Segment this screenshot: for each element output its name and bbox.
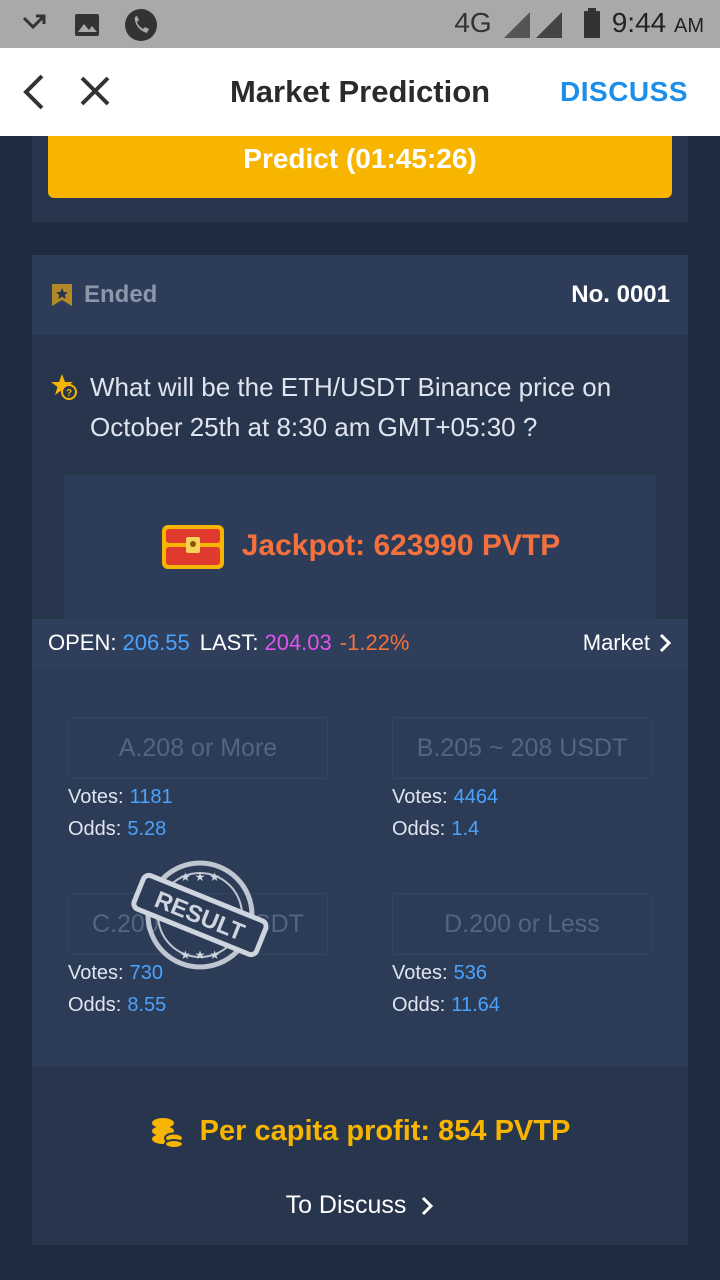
votes-label: Votes: [392,962,448,984]
votes-label: Votes: [392,786,448,808]
signal-icon [503,12,562,38]
card-header: Ended No. 0001 [32,255,688,335]
status-right: 4G 9:44 AM [454,6,704,40]
clock-ampm: AM [674,15,704,37]
option-b-odds: Odds: 1.4 [392,815,652,843]
last-value: 204.03 [264,630,332,655]
discuss-button[interactable]: DISCUSS [560,76,688,108]
clock-time: 9:44 [611,7,667,38]
market-link[interactable]: Market [583,630,672,656]
option-b: B.205 ~ 208 USDT Votes: 4464 Odds: 1.4 [392,717,652,843]
options-panel: A.208 or More Votes: 1181 Odds: 5.28 B.205… [32,667,688,1067]
jackpot-text: Jackpot: 623990 PVTP [241,529,561,562]
open-value: 206.55 [122,630,190,655]
flag-icon [52,284,72,306]
option-d-odds: Odds: 11.64 [392,991,652,1019]
option-a-button[interactable]: A.208 or More [68,717,328,779]
app-bar: Market Prediction DISCUSS [0,48,720,136]
to-discuss-link[interactable]: To Discuss [32,1191,688,1220]
odds-value: 5.28 [127,818,167,840]
svg-text:★ ★ ★: ★ ★ ★ [180,948,220,962]
option-c-odds: Odds: 8.55 [68,991,328,1019]
per-capita-profit: Per capita profit: 854 PVTP [32,1115,688,1148]
round-number: No. 0001 [571,281,670,308]
profit-text: Per capita profit: 854 PVTP [199,1115,571,1147]
clock: 9:44 AM [612,7,704,39]
votes-value: 536 [453,962,487,984]
option-b-button[interactable]: B.205 ~ 208 USDT [392,717,652,779]
odds-value: 8.55 [127,994,167,1016]
votes-value: 1181 [129,786,173,808]
status-label: Ended [84,281,158,308]
status-bar: 4G 9:44 AM [0,0,720,48]
chevron-right-icon [659,633,672,653]
odds-value: 11.64 [451,994,500,1016]
missed-call-icon [22,14,46,30]
odds-label: Odds: [68,994,122,1016]
market-label: Market [582,630,650,655]
option-a: A.208 or More Votes: 1181 Odds: 5.28 [68,717,328,843]
question: ? What will be the ETH/USDT Binance pric… [50,367,670,447]
votes-label: Votes: [68,962,124,984]
question-text: What will be the ETH/USDT Binance price … [90,372,612,442]
battery-icon [583,8,600,38]
option-b-votes: Votes: 4464 [392,783,652,811]
option-a-votes: Votes: 1181 [68,783,328,811]
network-type: 4G [454,7,492,38]
image-icon [75,14,99,36]
to-discuss-label: To Discuss [285,1191,407,1219]
odds-label: Odds: [392,994,446,1016]
odds-value: 1.4 [451,818,480,840]
jackpot-panel: Jackpot: 623990 PVTP [64,475,656,620]
odds-label: Odds: [68,818,122,840]
option-a-odds: Odds: 5.28 [68,815,328,843]
open-label: OPEN: [48,630,117,655]
votes-value: 4464 [453,786,499,808]
prediction-card: Ended No. 0001 ? What will be the ETH/US… [32,255,688,1245]
treasure-chest-icon [161,525,224,569]
option-d-button[interactable]: D.200 or Less [392,893,652,955]
star-question-icon: ? [51,374,77,400]
status-ended: Ended [50,281,157,309]
price-bar: OPEN: 206.55 LAST: 204.03 -1.22% Market [32,619,688,667]
votes-label: Votes: [68,786,124,808]
status-left-icons [20,8,158,42]
jackpot: Jackpot: 623990 PVTP [64,521,656,571]
price-change: -1.22% [339,630,410,655]
option-d-votes: Votes: 536 [392,959,652,987]
chevron-right-icon [422,1196,434,1215]
odds-label: Odds: [392,818,446,840]
coins-icon [151,1117,184,1148]
last-label: LAST: [199,630,259,655]
svg-text:★ ★ ★: ★ ★ ★ [180,870,220,884]
option-d: D.200 or Less Votes: 536 Odds: 11.64 [392,893,652,1019]
result-stamp-icon: RESULT ★ ★ ★ ★ ★ ★ [131,860,268,970]
svg-text:?: ? [66,388,72,399]
phone-icon [125,9,157,41]
predict-button[interactable]: Predict (01:45:26) [48,136,672,198]
